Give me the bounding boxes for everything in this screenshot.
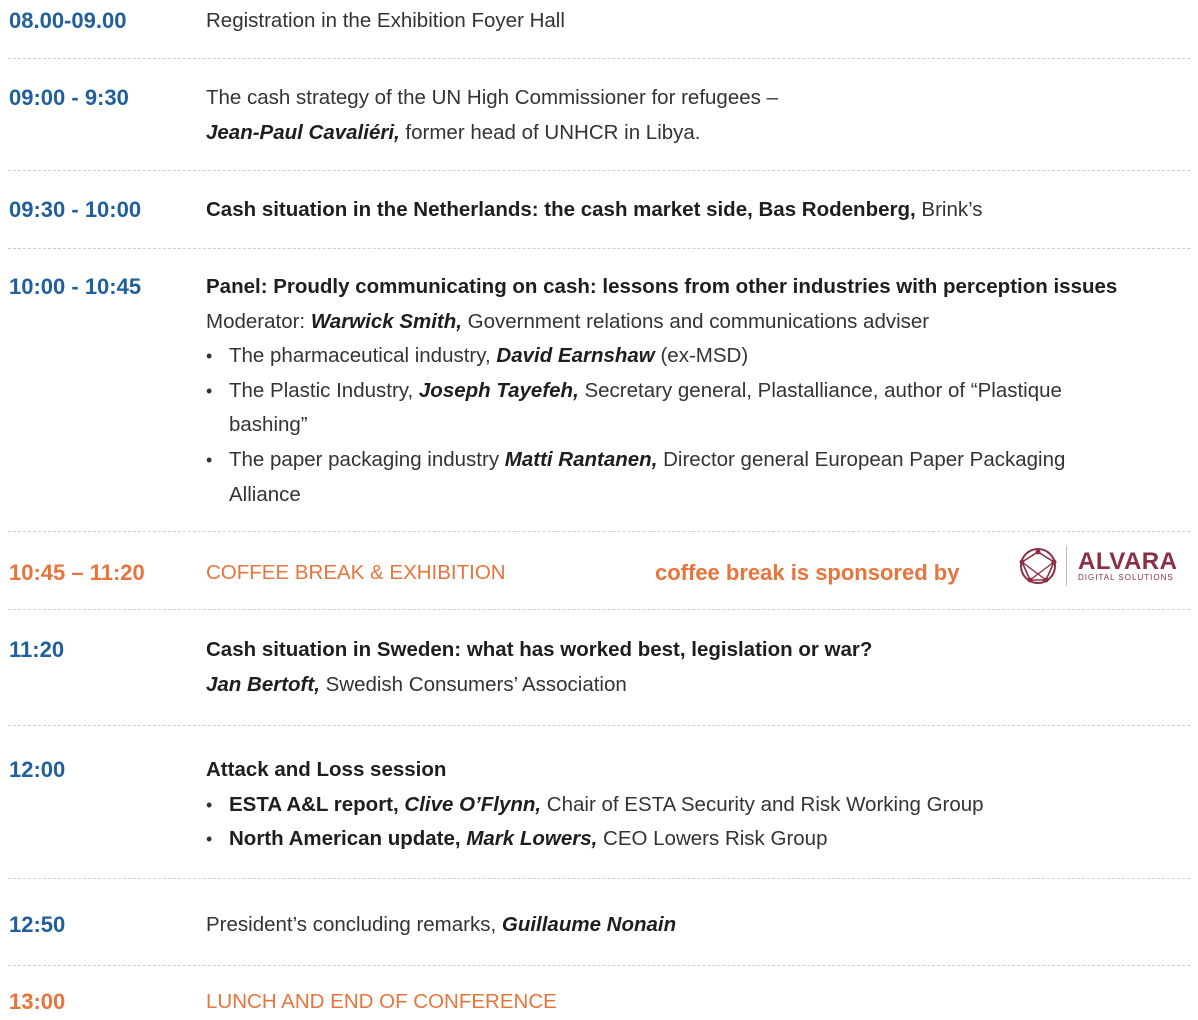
text-span: David Earnshaw	[496, 344, 655, 368]
session-time: 08.00-09.00	[9, 8, 127, 33]
text-span: The pharmaceutical industry,	[229, 344, 497, 368]
text-span: North American update,	[229, 827, 467, 851]
session-content: Cash situation in the Netherlands: the c…	[206, 193, 1192, 228]
session-content: President’s concluding remarks, Guillaum…	[206, 908, 1192, 943]
session-content: The cash strategy of the UN High Commiss…	[206, 81, 1192, 150]
bullet-line: ESTA A&L report, Clive O’Flynn, Chair of…	[229, 788, 1192, 823]
globe-icon	[1019, 548, 1057, 584]
bullet-item: • The Plastic Industry, Joseph Tayefeh, S…	[206, 374, 1192, 443]
session-line: The cash strategy of the UN High Commiss…	[206, 81, 1192, 116]
text-span: Registration in the Exhibition Foyer Hal…	[206, 9, 565, 32]
session-line: Moderator: Warwick Smith, Government rel…	[206, 305, 1192, 340]
text-span: LUNCH AND END OF CONFERENCE	[206, 990, 557, 1013]
text-span: The paper packaging industry	[229, 447, 505, 471]
text-span: Panel: Proudly communicating on cash: le…	[206, 275, 1118, 298]
row-divider	[8, 248, 1190, 249]
session-time: 10:00 - 10:45	[9, 274, 142, 299]
bullet-line: bashing”	[229, 408, 1192, 443]
logo-subtitle: DIGITAL SOLUTIONS	[1078, 573, 1174, 582]
session-time: 10:45 – 11:20	[9, 560, 145, 585]
session-time: 09:30 - 10:00	[9, 197, 142, 222]
bullet-icon: •	[206, 794, 213, 815]
text-span: Jan Bertoft,	[206, 672, 320, 696]
bullet-line: North American update, Mark Lowers, CEO …	[229, 822, 1192, 857]
bullet-item: • The pharmaceutical industry, David Earn…	[206, 339, 1192, 374]
session-line: Jan Bertoft, Swedish Consumers’ Associat…	[206, 668, 1192, 703]
bullet-icon: •	[206, 829, 213, 850]
text-span: ESTA A&L report,	[229, 792, 405, 816]
session-line: Registration in the Exhibition Foyer Hal…	[206, 4, 1192, 39]
text-span: former head of UNHCR in Libya.	[399, 120, 701, 144]
bullet-line: Alliance	[229, 478, 1192, 513]
row-divider	[8, 170, 1190, 171]
text-span: bashing”	[229, 413, 308, 437]
bullet-icon: •	[206, 346, 213, 367]
session-time: 12:50	[9, 912, 66, 937]
text-span: Clive O’Flynn,	[404, 792, 542, 816]
text-span: President’s concluding remarks,	[206, 913, 502, 936]
row-divider	[8, 58, 1190, 59]
bullet-item: • ESTA A&L report, Clive O’Flynn, Chair o…	[206, 788, 1192, 823]
session-content: Registration in the Exhibition Foyer Hal…	[206, 4, 1192, 39]
session-line: Panel: Proudly communicating on cash: le…	[206, 270, 1192, 305]
alvara-logo: ALVARA DIGITAL SOLUTIONS	[1016, 544, 1188, 590]
row-divider	[8, 965, 1190, 966]
session-time: 13:00	[9, 989, 66, 1014]
session-time: 11:20	[9, 637, 65, 662]
row-divider	[8, 531, 1190, 532]
text-span: CEO Lowers Risk Group	[597, 827, 828, 851]
text-span: Government relations and communications …	[461, 309, 930, 333]
bullet-item: • The paper packaging industry Matti Rant…	[206, 443, 1192, 512]
text-span: Matti Rantanen,	[504, 447, 658, 471]
text-span: Mark Lowers,	[466, 827, 598, 851]
text-span: Attack and Loss session	[206, 758, 447, 781]
row-divider	[8, 609, 1190, 610]
session-line: Attack and Loss session	[206, 753, 1192, 788]
text-span: COFFEE BREAK & EXHIBITION	[206, 561, 506, 584]
text-span: Guillaume Nonain	[501, 913, 677, 936]
bullet-line: The paper packaging industry Matti Ranta…	[229, 443, 1192, 478]
text-span: The Plastic Industry,	[229, 378, 419, 402]
session-line: LUNCH AND END OF CONFERENCE	[206, 985, 1192, 1020]
bullet-line: The pharmaceutical industry, David Earns…	[229, 339, 1192, 374]
text-span: Alliance	[229, 482, 301, 506]
session-content: Attack and Loss session • ESTA A&L report,…	[206, 753, 1192, 857]
text-span: Jean-Paul Cavaliéri,	[206, 120, 400, 144]
text-span: Warwick Smith,	[310, 309, 462, 333]
session-content: LUNCH AND END OF CONFERENCE	[206, 985, 1192, 1020]
bullet-icon: •	[206, 380, 213, 401]
text-span: Joseph Tayefeh,	[418, 378, 579, 402]
bullet-icon: •	[206, 449, 213, 470]
text-span: Brink’s	[915, 198, 983, 221]
text-span: Cash situation in the Netherlands: the c…	[206, 198, 916, 221]
text-span: Director general European Paper Packagin…	[657, 447, 1066, 471]
session-line: Cash situation in the Netherlands: the c…	[206, 193, 1192, 228]
row-divider	[8, 878, 1190, 879]
text-span: Secretary general, Plastalliance, author…	[578, 378, 1062, 402]
logo-name: ALVARA	[1078, 548, 1178, 575]
text-span: Chair of ESTA Security and Risk Working …	[541, 792, 984, 816]
logo-divider	[1066, 546, 1067, 586]
session-time: 12:00	[9, 757, 66, 782]
text-span: (ex-MSD)	[654, 344, 749, 368]
sponsor-text: coffee break is sponsored by	[655, 560, 960, 585]
text-span: Cash situation in Sweden: what has worke…	[206, 638, 873, 661]
session-line: Cash situation in Sweden: what has worke…	[206, 633, 1192, 668]
session-time: 09:00 - 9:30	[9, 85, 129, 110]
row-divider	[8, 725, 1190, 726]
session-content: Cash situation in Sweden: what has worke…	[206, 633, 1192, 702]
text-span: Swedish Consumers’ Association	[319, 672, 627, 696]
bullet-line: The Plastic Industry, Joseph Tayefeh, Se…	[229, 374, 1192, 409]
session-line: President’s concluding remarks, Guillaum…	[206, 908, 1192, 943]
bullet-item: • North American update, Mark Lowers, CEO…	[206, 822, 1192, 857]
session-line: Jean-Paul Cavaliéri, former head of UNHC…	[206, 116, 1192, 151]
session-content: Panel: Proudly communicating on cash: le…	[206, 270, 1192, 512]
text-span: The cash strategy of the UN High Commiss…	[206, 86, 778, 109]
text-span: Moderator:	[206, 309, 311, 333]
